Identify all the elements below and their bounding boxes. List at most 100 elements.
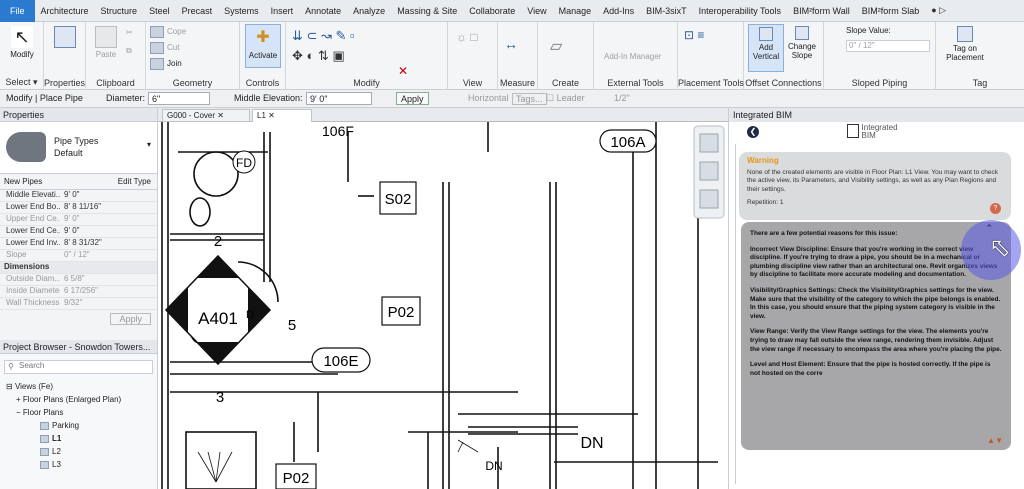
apply-button[interactable]: Apply xyxy=(396,92,429,105)
view-cube-icon[interactable] xyxy=(699,133,719,153)
slope-value-input[interactable]: 0" / 12" xyxy=(846,40,930,52)
property-row[interactable]: Lower End Inv... 8' 8 31/32" xyxy=(0,238,157,250)
tab-structure[interactable]: Structure xyxy=(95,6,144,16)
add-vertical-icon xyxy=(759,27,773,41)
tab-steel[interactable]: Steel xyxy=(143,6,176,16)
horizontal-select[interactable]: Horizontal xyxy=(468,93,509,103)
change-slope-icon xyxy=(795,26,809,40)
change-slope-button[interactable]: Change Slope xyxy=(784,24,820,72)
reason-level-host: Level and Host Element: Ensure that the … xyxy=(750,361,991,377)
move-icon[interactable]: ✥ ◐ ⇅ ▣ xyxy=(292,48,345,64)
tab-view[interactable]: View xyxy=(521,6,552,16)
room-tag-106e: 106E xyxy=(323,353,358,370)
feedback-icons[interactable]: ▲▼ xyxy=(987,437,1003,446)
cut-button[interactable]: Cut xyxy=(150,42,179,54)
apply-properties-button[interactable]: Apply xyxy=(110,313,151,325)
tags-button[interactable]: Tags... xyxy=(512,93,547,105)
tree-item-parking[interactable]: Parking xyxy=(0,419,157,432)
tab-systems[interactable]: Systems xyxy=(218,6,265,16)
cope-button[interactable]: Cope xyxy=(150,26,186,38)
property-row[interactable]: Middle Elevati... 9' 0" xyxy=(0,190,157,202)
tab-collaborate[interactable]: Collaborate xyxy=(463,6,521,16)
help-icon[interactable]: ? xyxy=(990,203,1001,214)
tab-bim2form-wall[interactable]: BIM²form Wall xyxy=(787,6,856,16)
tab-precast[interactable]: Precast xyxy=(176,6,219,16)
tab-architecture[interactable]: Architecture xyxy=(35,6,95,16)
property-row[interactable]: Slope 0" / 12" xyxy=(0,250,157,262)
record-icon[interactable]: ● ▷ xyxy=(925,5,952,16)
property-value[interactable]: 9' 0" xyxy=(60,190,80,201)
tab-insert[interactable]: Insert xyxy=(265,6,300,16)
create-component-icon[interactable]: ▱ xyxy=(550,36,562,56)
measure-label: Measure xyxy=(499,78,535,88)
add-vertical-label: Add Vertical xyxy=(752,43,780,61)
property-value[interactable]: 9' 0" xyxy=(60,214,80,225)
type-selector[interactable]: Pipe Types Default ▾ xyxy=(0,122,157,174)
tree-item-floor-plans-enlarged[interactable]: + Floor Plans (Enlarged Plan) xyxy=(0,393,157,406)
property-name: Middle Elevati... xyxy=(6,190,60,199)
dimensions-label: Dimensions xyxy=(4,262,50,271)
drawing-canvas[interactable]: G000 - Cover ✕ L1 ✕ S02 P02 106F 106A FD… xyxy=(158,108,728,489)
tab-add-ins[interactable]: Add-Ins xyxy=(597,6,640,16)
property-value[interactable]: 9' 0" xyxy=(60,226,80,237)
scissors-icon[interactable]: ✂ xyxy=(126,28,133,37)
diameter-select[interactable]: 6" xyxy=(148,92,210,105)
property-row[interactable]: Lower End Bo... 8' 8 11/16" xyxy=(0,202,157,214)
select-dropdown[interactable]: Select ▾ xyxy=(0,77,43,88)
property-value[interactable]: 8' 8 31/32" xyxy=(60,238,102,249)
view-tabs: G000 - Cover ✕ L1 ✕ xyxy=(158,108,728,122)
tab-bim2form-slab[interactable]: BIM²form Slab xyxy=(856,6,926,16)
tab-interoperability-tools[interactable]: Interoperability Tools xyxy=(693,6,787,16)
zoom-icon[interactable] xyxy=(699,189,719,209)
tab-analyze[interactable]: Analyze xyxy=(347,6,391,16)
tree-item-l3[interactable]: L3 xyxy=(0,458,157,471)
modify-label: Modify xyxy=(10,50,34,59)
tab-file[interactable]: File xyxy=(0,0,35,22)
browser-search[interactable]: ⚲ Search xyxy=(4,360,153,374)
tree-item-label: L1 xyxy=(52,434,62,443)
modify-button[interactable]: ↖ Modify xyxy=(4,24,40,68)
tag-label: Tag xyxy=(972,78,988,88)
tree-item-l2[interactable]: L2 xyxy=(0,445,157,458)
tag-on-placement-button[interactable]: Tag on Placement xyxy=(942,24,988,68)
back-button[interactable]: ❮ xyxy=(747,126,759,138)
tree-item-l1[interactable]: L1 xyxy=(0,432,157,445)
delete-icon[interactable]: ✕ xyxy=(398,64,408,78)
copy-icon[interactable]: ⧉ xyxy=(126,46,132,56)
select-group: ↖ Modify Select ▾ xyxy=(0,22,44,90)
tab-g000-cover[interactable]: G000 - Cover ✕ xyxy=(162,109,250,122)
tree-item-floor-plans[interactable]: − Floor Plans xyxy=(0,406,157,419)
elevation-input[interactable]: 9' 0" xyxy=(306,92,372,105)
edit-type-button[interactable]: Edit Type xyxy=(118,177,151,186)
dimension-row: Wall Thickness 9/32" xyxy=(0,298,157,310)
property-value[interactable]: 0" / 12" xyxy=(60,250,90,261)
tree-item-label: Views (Fe) xyxy=(14,382,54,391)
add-in-manager-button[interactable]: Add-In Manager xyxy=(604,52,661,61)
leader-checkbox[interactable]: ☐ Leader xyxy=(546,93,585,104)
steering-wheel-icon[interactable] xyxy=(699,161,719,181)
property-value[interactable]: 8' 8 11/16" xyxy=(60,202,101,213)
instance-filter[interactable]: New Pipes Edit Type xyxy=(0,174,157,190)
property-row[interactable]: Upper End Ce... 9' 0" xyxy=(0,214,157,226)
floor-drain-tag: FD xyxy=(236,156,252,170)
modify-tool-icons[interactable]: ⇊ ⊂ ↝ ✎ ▫ xyxy=(292,28,355,44)
project-browser-title: Project Browser - Snowdon Towers... xyxy=(0,340,157,354)
tab-annotate[interactable]: Annotate xyxy=(299,6,347,16)
placement-icons[interactable]: ⊡ ≡ xyxy=(684,28,704,42)
paste-button[interactable]: Paste xyxy=(88,24,124,68)
pipe-icon xyxy=(6,132,46,162)
tab-l1[interactable]: L1 ✕ xyxy=(252,109,312,122)
tab-manage[interactable]: Manage xyxy=(553,6,598,16)
measure-group: ↔ Measure xyxy=(498,22,538,90)
activate-button[interactable]: ✚ Activate xyxy=(245,24,281,68)
tab-massing-site[interactable]: Massing & Site xyxy=(391,6,463,16)
join-button[interactable]: Join xyxy=(150,58,182,70)
tree-item-views[interactable]: ⊟ Views (Fe) xyxy=(0,380,157,393)
view-tools-icon[interactable]: ☼ □ xyxy=(456,30,478,44)
measure-icon[interactable]: ↔ xyxy=(504,36,518,52)
properties-button[interactable] xyxy=(47,24,83,68)
add-vertical-button[interactable]: Add Vertical xyxy=(748,24,784,72)
tab-bim-3sixt[interactable]: BIM-3sixT xyxy=(640,6,693,16)
property-row[interactable]: Lower End Ce... 9' 0" xyxy=(0,226,157,238)
cut-icon xyxy=(150,42,164,54)
